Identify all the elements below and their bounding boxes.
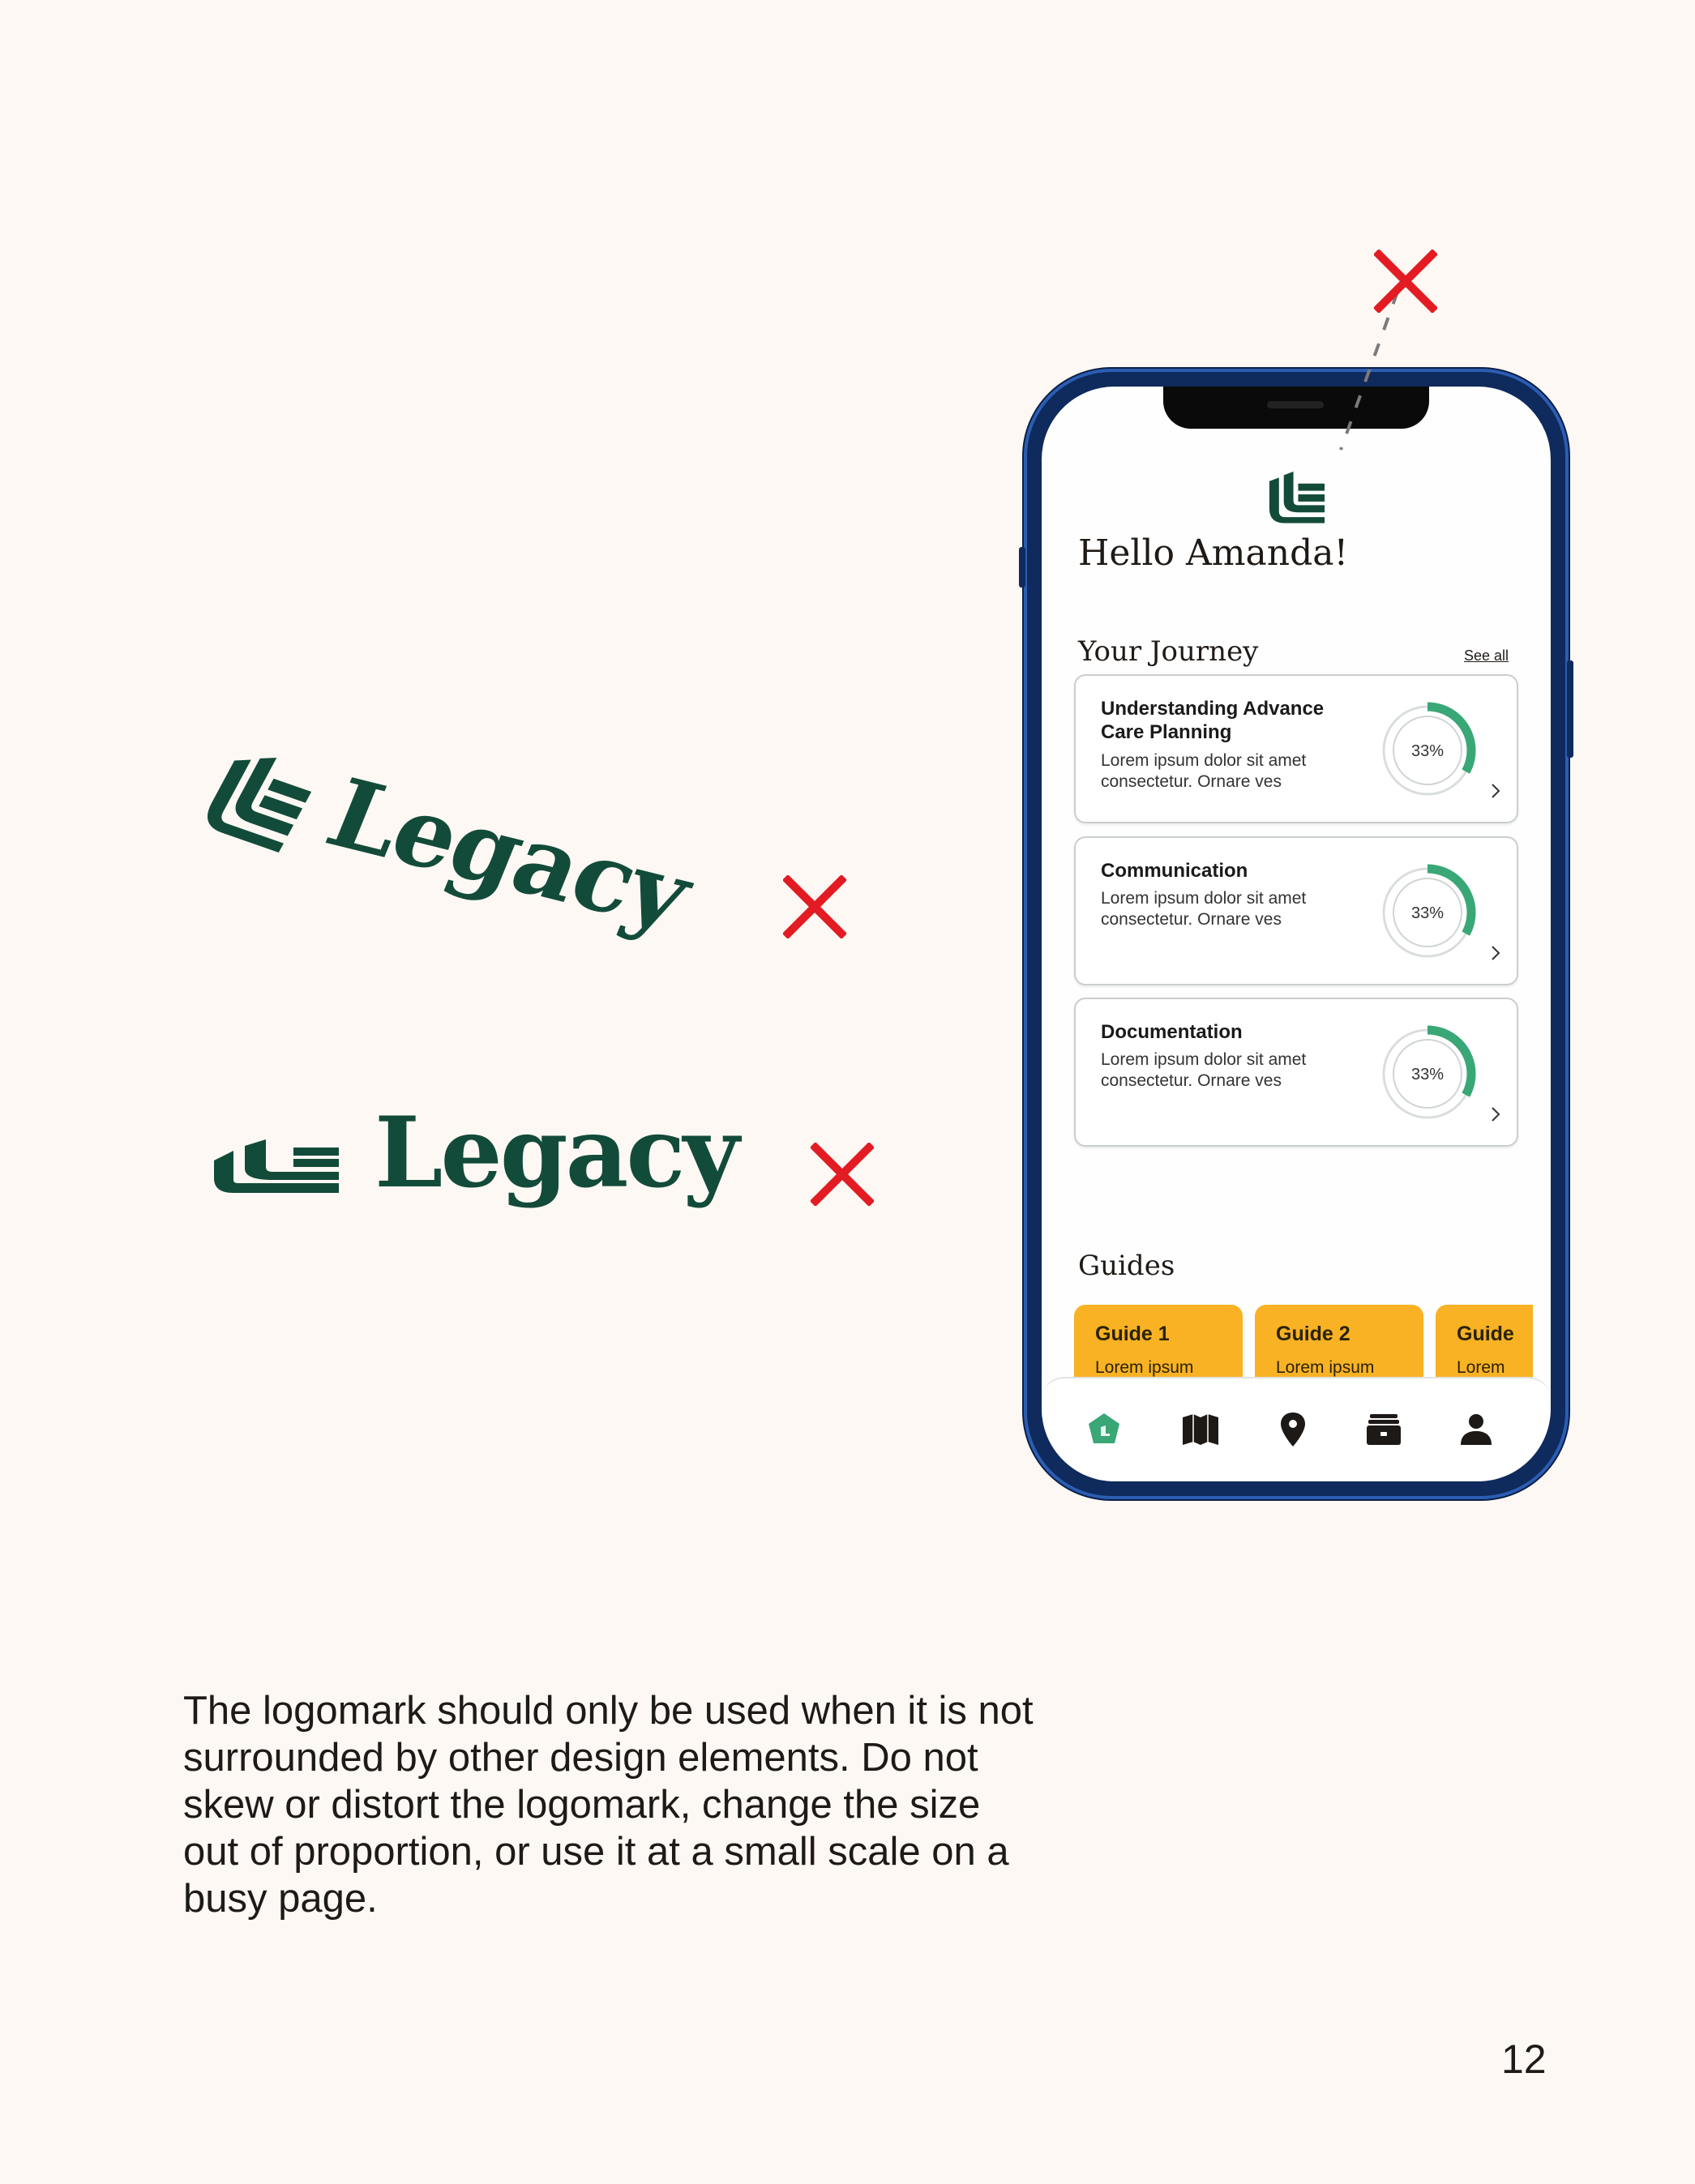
archive-box-icon[interactable] <box>1363 1409 1404 1450</box>
guide-card-title: Guide 1 <box>1095 1323 1170 1345</box>
journey-card[interactable]: Understanding Advance Care Planning Lorem… <box>1074 674 1518 823</box>
journey-card-title: Understanding Advance Care Planning <box>1101 698 1325 743</box>
guideline-text: The logomark should only be used when it… <box>183 1689 1034 1921</box>
journey-card-description: Lorem ipsum dolor sit amet consectetur. … <box>1101 889 1307 929</box>
journey-card-title: Documentation <box>1101 1021 1243 1043</box>
guide-card-title: Guide <box>1457 1323 1514 1345</box>
guides-section-title: Guides <box>1078 1250 1175 1282</box>
progress-ring: 33% <box>1379 864 1476 961</box>
progress-ring: 33% <box>1379 702 1476 799</box>
skewed-logo-example: Legacy <box>208 754 731 972</box>
phone-screen: Hello Amanda! Your Journey See all Under… <box>1042 387 1551 1481</box>
greeting-heading: Hello Amanda! <box>1078 532 1349 574</box>
map-icon[interactable] <box>1180 1409 1221 1450</box>
guide-card-title: Guide 2 <box>1276 1323 1350 1345</box>
guide-card-subtitle: Lorem ipsum <box>1276 1358 1375 1377</box>
guide-card-subtitle: Lorem ipsum <box>1095 1358 1194 1377</box>
journey-card-title: Communication <box>1101 860 1248 882</box>
logomark-icon <box>214 1139 339 1193</box>
chevron-right-icon[interactable] <box>1487 1105 1504 1124</box>
incorrect-x-icon <box>1374 250 1437 313</box>
journey-card[interactable]: Documentation Lorem ipsum dolor sit amet … <box>1074 998 1518 1147</box>
guide-card-subtitle: Lorem <box>1457 1358 1505 1377</box>
chevron-right-icon[interactable] <box>1487 943 1504 963</box>
logomark-icon <box>1269 471 1325 524</box>
incorrect-x-icon <box>783 875 846 938</box>
progress-label: 33% <box>1411 904 1444 922</box>
journey-card-description: Lorem ipsum dolor sit amet consectetur. … <box>1101 751 1307 791</box>
chevron-right-icon[interactable] <box>1487 781 1504 801</box>
journey-card[interactable]: Communication Lorem ipsum dolor sit amet … <box>1074 836 1518 985</box>
incorrect-x-icon <box>811 1143 874 1206</box>
location-pin-icon[interactable] <box>1273 1409 1313 1450</box>
progress-label: 33% <box>1411 1066 1444 1083</box>
stretched-logo-example: Legacy <box>212 1096 739 1232</box>
legacy-wordmark: Legacy <box>375 1096 739 1210</box>
profile-icon[interactable] <box>1456 1409 1496 1450</box>
logomark-icon <box>208 758 312 853</box>
phone-mockup: Hello Amanda! Your Journey See all Under… <box>1019 369 1573 1499</box>
page-number: 12 <box>1501 2037 1547 2082</box>
bottom-tab-bar <box>1042 1377 1551 1481</box>
progress-ring: 33% <box>1379 1025 1476 1122</box>
journey-section-title: Your Journey <box>1078 635 1259 668</box>
see-all-link[interactable]: See all <box>1464 648 1509 665</box>
legacy-wordmark: Legacy <box>312 757 706 951</box>
home-icon[interactable] <box>1084 1409 1124 1450</box>
progress-label: 33% <box>1411 742 1444 760</box>
journey-card-description: Lorem ipsum dolor sit amet consectetur. … <box>1101 1050 1307 1090</box>
